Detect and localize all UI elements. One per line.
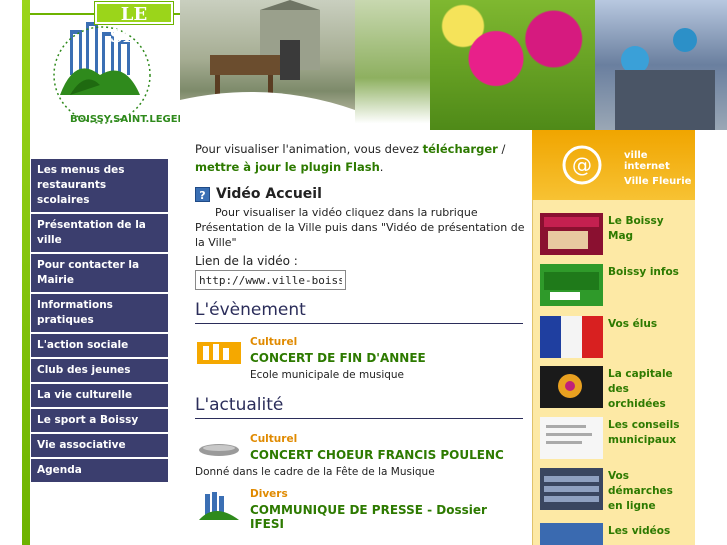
news-title-link[interactable]: COMMUNIQUE DE PRESSE - Dossier IFESI — [250, 503, 525, 531]
boissy-mag-thumbnail — [540, 213, 603, 255]
menu-item-sport[interactable]: Le sport a Boissy — [31, 409, 168, 432]
video-title-text: Vidéo Accueil — [216, 186, 322, 202]
right-link-label: Boissy infos — [608, 266, 679, 278]
video-description: Pour visualiser la vidéo cliquez dans la… — [195, 206, 525, 249]
event-item: Culturel CONCERT DE FIN D'ANNEE Ecole mu… — [195, 336, 525, 381]
right-link-boissy-infos[interactable]: Boissy infos — [540, 264, 690, 308]
evenement-heading: L'évènement — [195, 300, 523, 324]
ville-internet-label: ville internet — [624, 150, 670, 172]
flash-notice: Pour visualiser l'animation, vous devez … — [195, 140, 525, 176]
ville-fleurie-label: Ville Fleurie — [624, 176, 692, 187]
header-orchid-image — [430, 0, 595, 130]
ville-internet-banner[interactable]: @ ville internet Ville Fleurie — [532, 130, 695, 200]
news-category: Divers — [250, 488, 288, 500]
flash-text: Pour visualiser l'animation, vous devez — [195, 142, 423, 156]
main-content: Pour visualiser l'animation, vous devez … — [195, 140, 525, 531]
menu-item-informations[interactable]: Informations pratiques — [31, 294, 168, 332]
right-link-label: Vos élus — [608, 318, 658, 330]
left-margin — [0, 0, 22, 545]
right-link-label: Les conseils municipaux — [608, 419, 680, 446]
help-icon[interactable]: ? — [195, 186, 210, 202]
right-link-orchidees[interactable]: La capitale des orchidées — [540, 366, 690, 410]
internet-at-icon: @ — [562, 145, 602, 185]
menu-item-vie-associative[interactable]: Vie associative — [31, 434, 168, 457]
vos-elus-thumbnail — [540, 316, 603, 358]
right-link-videos[interactable]: Les vidéos — [540, 523, 690, 545]
right-link-conseils[interactable]: Les conseils municipaux — [540, 417, 690, 461]
logo-rule-right — [172, 13, 180, 15]
green-edge-stripe — [22, 0, 30, 545]
right-link-vos-elus[interactable]: Vos élus — [540, 316, 690, 360]
news-thumbnail-choir — [199, 444, 239, 456]
news-item: Culturel CONCERT CHOEUR FRANCIS POULENC … — [195, 433, 525, 478]
header-carnival-image — [595, 0, 727, 130]
video-link-field[interactable] — [195, 270, 346, 290]
horse-illustration — [180, 0, 355, 130]
right-link-label: La capitale des orchidées — [608, 368, 673, 410]
logo-town-text: BOISSY.SAINT.LEGER — [70, 114, 180, 125]
keyboard-thumbnail — [540, 468, 603, 510]
news-category: Culturel — [250, 433, 298, 445]
menu-item-agenda[interactable]: Agenda — [31, 459, 168, 482]
menu-item-contact-mairie[interactable]: Pour contacter la Mairie — [31, 254, 168, 292]
event-description: Ecole municipale de musique — [250, 369, 405, 381]
right-link-label: Vos démarches en ligne — [608, 470, 673, 512]
logo-rule-left — [30, 13, 96, 15]
menu-item-menus-restaurants[interactable]: Les menus des restaurants scolaires — [31, 159, 168, 212]
news-description: Donné dans le cadre de la Fête de la Mus… — [195, 466, 435, 478]
main-menu: Les menus des restaurants scolaires Prés… — [31, 159, 168, 484]
menu-item-vie-culturelle[interactable]: La vie culturelle — [31, 384, 168, 407]
boissy-infos-thumbnail — [540, 264, 603, 306]
menu-item-presentation[interactable]: Présentation de la ville — [31, 214, 168, 252]
header-park-image — [355, 0, 430, 130]
news-thumbnail-logo — [199, 492, 239, 520]
video-section-title: ? Vidéo Accueil — [195, 186, 525, 202]
right-link-label: Les vidéos — [608, 525, 671, 537]
videos-thumbnail — [540, 523, 603, 545]
logo-site-badge: LE SITE — [94, 1, 174, 47]
flash-period: . — [379, 160, 384, 174]
orchid-thumbnail — [540, 366, 603, 408]
news-title-link[interactable]: CONCERT CHOEUR FRANCIS POULENC — [250, 448, 525, 462]
menu-item-action-sociale[interactable]: L'action sociale — [31, 334, 168, 357]
event-category: Culturel — [250, 336, 298, 348]
right-link-label: Le Boissy Mag — [608, 215, 664, 242]
right-link-demarches[interactable]: Vos démarches en ligne — [540, 468, 690, 512]
right-link-boissy-mag[interactable]: Le Boissy Mag — [540, 213, 690, 257]
header-banner — [180, 0, 727, 130]
event-title-link[interactable]: CONCERT DE FIN D'ANNEE — [250, 351, 525, 365]
download-link[interactable]: télécharger — [423, 142, 498, 156]
event-thumbnail — [197, 342, 241, 364]
svg-text:@: @ — [572, 153, 592, 177]
update-flash-link[interactable]: mettre à jour le plugin Flash — [195, 160, 380, 174]
flash-separator: / — [497, 142, 506, 156]
actualite-heading: L'actualité — [195, 395, 523, 419]
header-chateau-image — [180, 0, 355, 130]
menu-item-club-jeunes[interactable]: Club des jeunes — [31, 359, 168, 382]
video-link-label: Lien de la vidéo : — [195, 254, 298, 268]
carnival-illustration — [615, 28, 715, 130]
news-item: Divers COMMUNIQUE DE PRESSE - Dossier IF… — [195, 488, 525, 531]
conseils-thumbnail — [540, 417, 603, 459]
